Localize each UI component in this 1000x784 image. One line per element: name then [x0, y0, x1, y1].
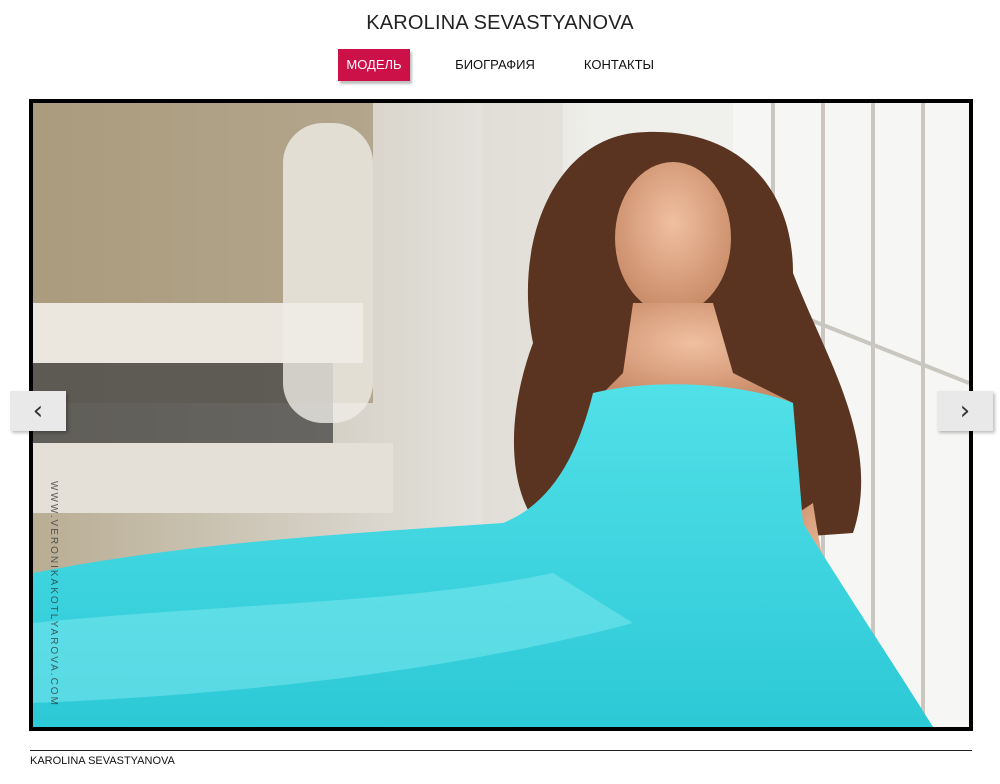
footer-divider	[30, 750, 972, 751]
photo-watermark: WWW.VERONIKAKOTLYAROVA.COM	[48, 481, 59, 707]
chevron-left-icon[interactable]: ‹	[10, 391, 66, 431]
site-title: KAROLINA SEVASTYANOVA	[366, 12, 634, 34]
nav-item-contacts[interactable]: КОНТАКТЫ	[580, 49, 658, 81]
nav-item-model[interactable]: МОДЕЛЬ	[338, 49, 410, 81]
photo-illustration	[33, 103, 969, 727]
photo-slider: WWW.VERONIKAKOTLYAROVA.COM	[29, 99, 973, 731]
slide-photo: WWW.VERONIKAKOTLYAROVA.COM	[33, 103, 969, 727]
main-nav: МОДЕЛЬ БИОГРАФИЯ КОНТАКТЫ	[0, 49, 1000, 83]
nav-item-biography[interactable]: БИОГРАФИЯ	[452, 49, 538, 81]
chevron-right-icon[interactable]: ›	[937, 391, 993, 431]
footer-copyright: KAROLINA SEVASTYANOVA	[30, 755, 175, 767]
